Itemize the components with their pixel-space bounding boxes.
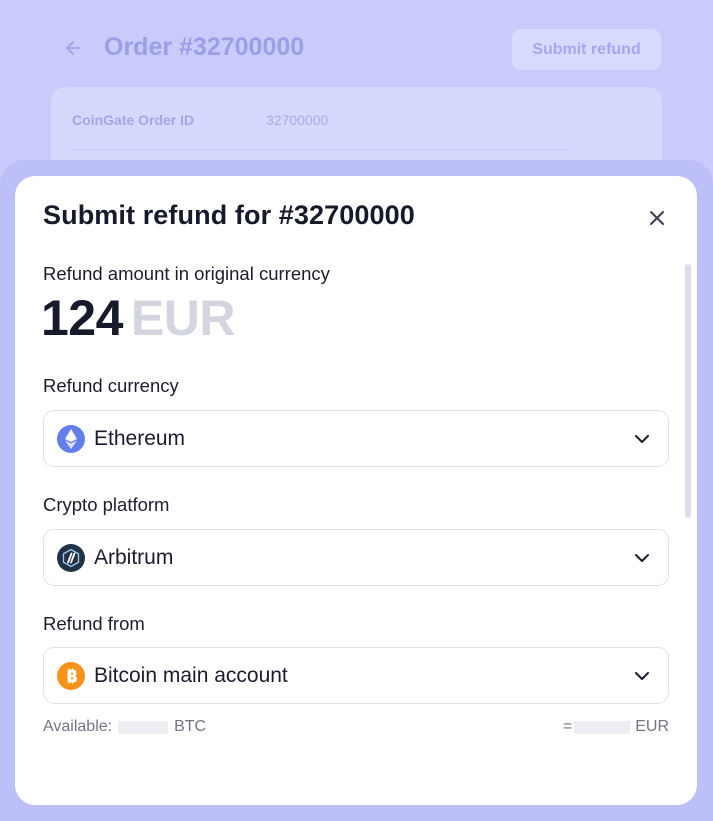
refund-amount: 124 EUR bbox=[41, 289, 236, 347]
available-balance: Available: BTC bbox=[43, 718, 206, 736]
equivalent-unit: EUR bbox=[635, 718, 669, 735]
equivalent-prefix: = bbox=[562, 718, 573, 735]
chevron-down-icon bbox=[634, 668, 650, 684]
refund-from-label: Refund from bbox=[43, 613, 145, 634]
amount-label: Refund amount in original currency bbox=[43, 263, 330, 284]
available-prefix: Available: bbox=[43, 718, 113, 735]
divider bbox=[72, 149, 570, 150]
eur-equivalent: = EUR bbox=[563, 718, 669, 736]
balance-placeholder bbox=[118, 720, 169, 734]
refund-from-value: Bitcoin main account bbox=[94, 663, 288, 687]
modal-title: Submit refund for #32700000 bbox=[43, 200, 415, 230]
back-arrow-icon[interactable] bbox=[62, 36, 84, 60]
crypto-platform-value: Arbitrum bbox=[94, 545, 174, 569]
amount-value: 124 bbox=[41, 290, 123, 346]
refund-currency-value: Ethereum bbox=[94, 426, 186, 450]
refund-currency-select[interactable]: Ethereum bbox=[43, 410, 669, 467]
order-id-label: CoinGate Order ID bbox=[72, 112, 195, 128]
crypto-platform-select[interactable]: Arbitrum bbox=[43, 529, 669, 586]
scrollbar[interactable] bbox=[685, 264, 691, 518]
chevron-down-icon bbox=[634, 550, 650, 566]
crypto-platform-label: Crypto platform bbox=[43, 494, 170, 515]
equivalent-placeholder bbox=[574, 720, 631, 734]
page-title: Order #32700000 bbox=[104, 33, 305, 61]
arbitrum-icon bbox=[57, 543, 85, 572]
close-icon[interactable] bbox=[645, 206, 669, 230]
page-header: Order #32700000 Submit refund bbox=[0, 0, 713, 100]
refund-from-select[interactable]: Bitcoin main account bbox=[43, 647, 669, 704]
order-id-value: 32700000 bbox=[266, 112, 329, 128]
bitcoin-icon bbox=[57, 661, 85, 690]
submit-refund-button[interactable]: Submit refund bbox=[512, 29, 661, 70]
amount-currency: EUR bbox=[130, 290, 236, 346]
available-unit: BTC bbox=[174, 718, 207, 735]
refund-currency-label: Refund currency bbox=[43, 375, 179, 396]
ethereum-icon bbox=[57, 424, 85, 453]
refund-modal: Submit refund for #32700000 Refund amoun… bbox=[15, 176, 697, 805]
chevron-down-icon bbox=[634, 431, 650, 447]
